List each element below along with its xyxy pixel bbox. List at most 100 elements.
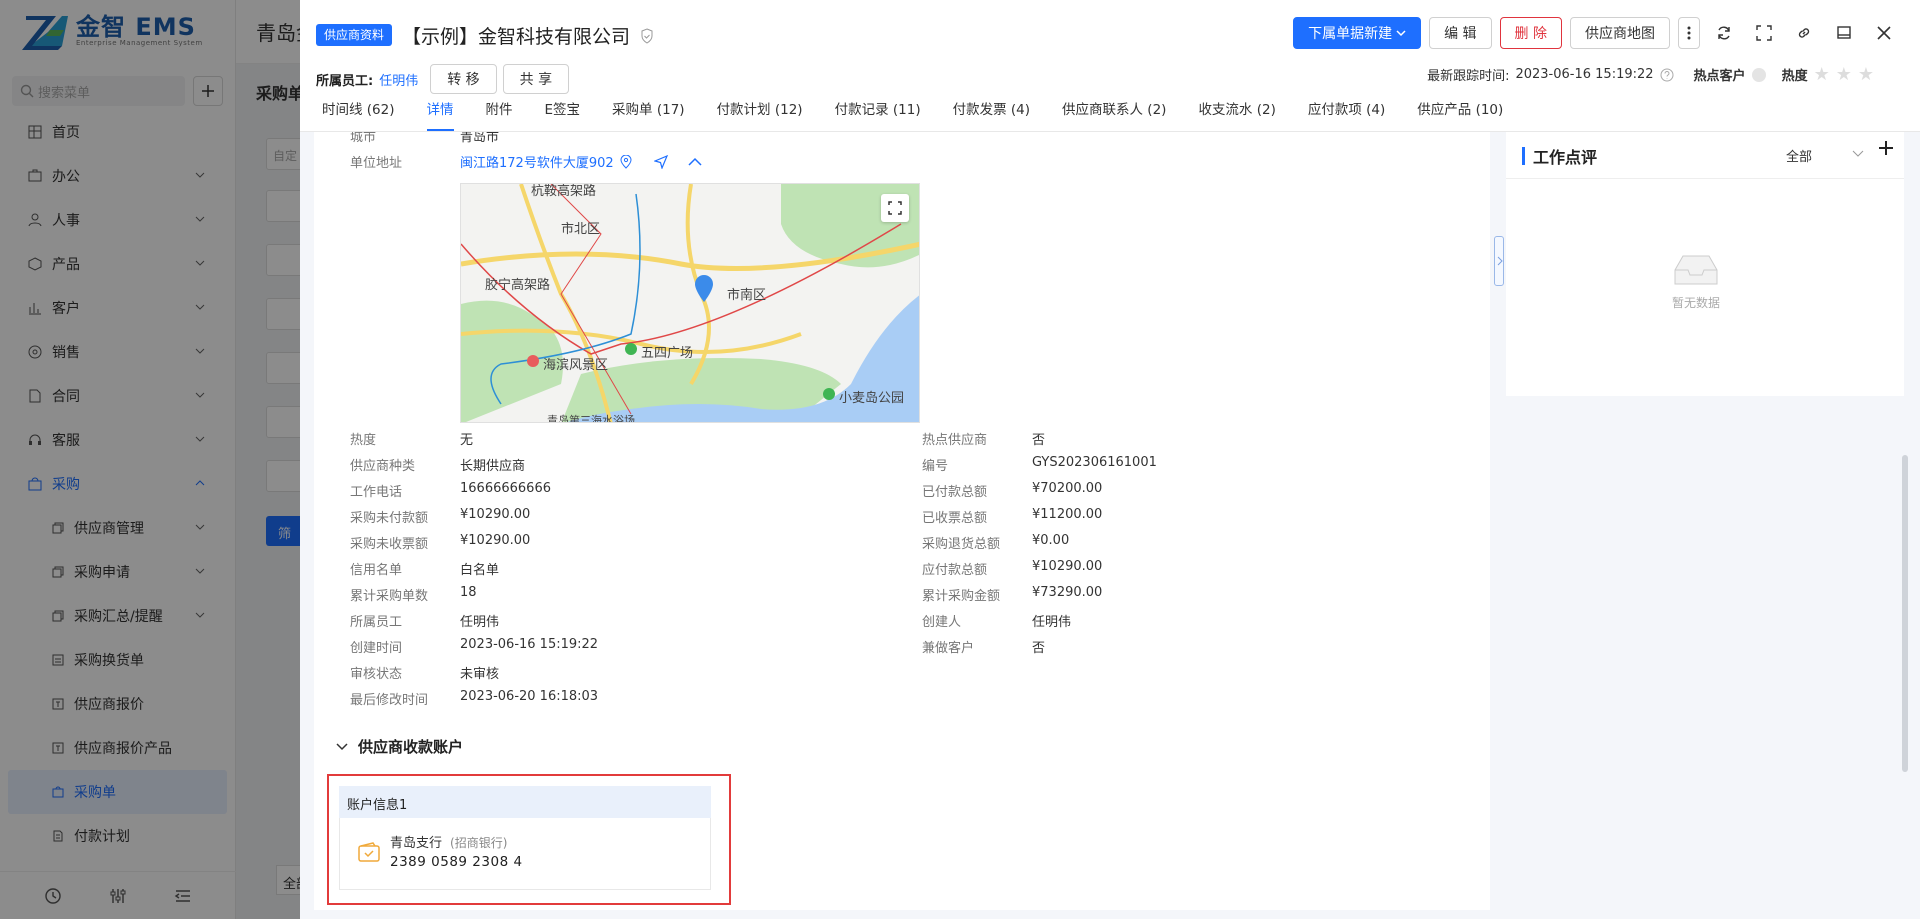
work-review-panel: 工作点评 全部 暂无数据 xyxy=(1506,132,1904,396)
tab-supplied-products[interactable]: 供应产品 (10) xyxy=(1417,95,1503,131)
plus-icon xyxy=(1879,141,1893,155)
field-value: 无 xyxy=(460,433,474,448)
edit-button[interactable]: 编 辑 xyxy=(1429,17,1492,49)
owner-name-link[interactable]: 任明伟 xyxy=(379,70,418,89)
follow-time-value: 2023-06-16 15:19:22 xyxy=(1515,67,1654,82)
field-row: 采购未付款额 ¥10290.00 xyxy=(350,507,530,526)
account-card-title: 账户信息1 xyxy=(339,786,711,818)
map-label-f: 五四广场 xyxy=(641,346,694,361)
field-value: 未审核 xyxy=(460,667,500,682)
address-link[interactable]: 闽江路172号软件大厦902 xyxy=(460,152,702,171)
field-value: ¥0.00 xyxy=(1032,533,1070,548)
delete-button[interactable]: 删 除 xyxy=(1499,17,1562,49)
account-card[interactable]: 青岛支行 (招商银行) 2389 0589 2308 4 xyxy=(339,818,711,890)
fullscreen-icon xyxy=(888,201,902,215)
field-row: 累计采购单数 18 xyxy=(350,585,477,604)
fullscreen-button[interactable] xyxy=(1748,17,1780,49)
field-row: 创建时间 2023-06-16 15:19:22 xyxy=(350,637,598,656)
field-row: 累计采购金额 ¥73290.00 xyxy=(922,585,1102,604)
heat-label: 热度 xyxy=(1781,69,1808,84)
map-label-h: 青岛第三海水浴场 xyxy=(547,414,635,423)
tab-cash-flow[interactable]: 收支流水 (2) xyxy=(1198,95,1275,131)
chevron-right-icon xyxy=(1497,256,1503,266)
review-filter-select[interactable]: 全部 xyxy=(1786,146,1864,165)
field-row: 应付款总额 ¥10290.00 xyxy=(922,559,1102,578)
drawer-header: 供应商资料 【示例】金智科技有限公司 下属单据新建 编 辑 删 除 供应商地图 … xyxy=(300,0,1920,132)
navigate-icon[interactable] xyxy=(653,154,668,169)
field-label: 已收票总额 xyxy=(922,511,988,526)
field-row: 编号 GYS202306161001 xyxy=(922,455,1157,474)
city-value: 青岛市 xyxy=(460,132,500,145)
field-row: 已收票总额 ¥11200.00 xyxy=(922,507,1102,526)
field-row: 热度 无 xyxy=(350,429,473,448)
page-title: 【示例】金智科技有限公司 xyxy=(402,26,631,48)
heat-rating-stars[interactable]: ★★★ xyxy=(1814,64,1880,85)
map-fullscreen-button[interactable] xyxy=(881,194,909,222)
link-icon xyxy=(1798,28,1810,38)
detail-tabs: 时间线 (62) 详情 附件 E签宝 采购单 (17) 付款计划 (12) 付款… xyxy=(300,95,1503,131)
field-row: 已付款总额 ¥70200.00 xyxy=(922,481,1102,500)
address-map[interactable]: 杭鞍高架路 市北区 胶宁高架路 市南区 海滨风景区 五四广场 小麦岛公园 青岛第… xyxy=(460,183,920,423)
field-value: 2023-06-20 16:18:03 xyxy=(460,689,599,704)
new-sub-document-button[interactable]: 下属单据新建 xyxy=(1293,17,1422,49)
tab-payment-plans[interactable]: 付款计划 (12) xyxy=(717,95,803,131)
field-label: 已付款总额 xyxy=(922,485,988,500)
panel-toggle-handle[interactable] xyxy=(1494,236,1504,286)
dock-button[interactable] xyxy=(1828,17,1860,49)
tab-payables[interactable]: 应付款项 (4) xyxy=(1308,95,1385,131)
field-value: ¥10290.00 xyxy=(460,507,531,522)
tab-payment-records[interactable]: 付款记录 (11) xyxy=(835,95,921,131)
field-value: 16666666666 xyxy=(460,481,551,496)
map-label-d: 市南区 xyxy=(727,288,767,303)
account-section-header[interactable]: 供应商收款账户 xyxy=(336,736,463,757)
more-options-button[interactable] xyxy=(1678,17,1700,49)
address-value: 闽江路172号软件大厦902 xyxy=(460,156,614,171)
field-label: 兼做客户 xyxy=(922,641,975,656)
transfer-button[interactable]: 转 移 xyxy=(430,64,497,94)
refresh-button[interactable] xyxy=(1708,17,1740,49)
field-row: 最后修改时间 2023-06-20 16:18:03 xyxy=(350,689,598,708)
field-value: 2023-06-16 15:19:22 xyxy=(460,637,599,652)
city-label: 城市 xyxy=(350,132,377,145)
tab-esign[interactable]: E签宝 xyxy=(545,95,581,131)
location-pin-icon xyxy=(620,154,632,169)
help-icon[interactable] xyxy=(1660,68,1674,82)
panel-title: 工作点评 xyxy=(1533,148,1598,167)
field-value: ¥73290.00 xyxy=(1032,585,1103,600)
tab-attachments[interactable]: 附件 xyxy=(486,95,513,131)
field-label: 采购退货总额 xyxy=(922,537,1001,552)
more-vertical-icon xyxy=(1687,26,1691,40)
field-value: GYS202306161001 xyxy=(1032,455,1157,470)
tab-supplier-contacts[interactable]: 供应商联系人 (2) xyxy=(1062,95,1166,131)
field-value: 18 xyxy=(460,585,477,600)
tab-details[interactable]: 详情 xyxy=(426,95,454,131)
scrollbar[interactable] xyxy=(1902,455,1908,772)
close-button[interactable] xyxy=(1868,17,1900,49)
field-value: ¥70200.00 xyxy=(1032,481,1103,496)
window-dock-icon xyxy=(1837,26,1851,39)
field-value: ¥10290.00 xyxy=(460,533,531,548)
hot-customer-toggle[interactable] xyxy=(1751,67,1766,82)
refresh-icon xyxy=(1718,26,1730,40)
record-type-badge: 供应商资料 xyxy=(316,24,393,46)
field-label: 创建人 xyxy=(922,615,962,630)
fullscreen-icon xyxy=(1756,25,1772,41)
copy-link-button[interactable] xyxy=(1788,17,1820,49)
field-label: 热度 xyxy=(350,433,377,448)
wallet-icon xyxy=(358,842,380,862)
share-button[interactable]: 共 享 xyxy=(502,64,570,94)
supplier-map-button[interactable]: 供应商地图 xyxy=(1570,17,1670,49)
field-label: 热点供应商 xyxy=(922,433,988,448)
map-label-e: 海滨风景区 xyxy=(543,358,609,373)
tab-purchase-orders[interactable]: 采购单 (17) xyxy=(612,95,685,131)
add-review-button[interactable] xyxy=(1878,140,1894,156)
shield-icon xyxy=(641,27,653,44)
map-label-a: 杭鞍高架路 xyxy=(531,184,597,199)
field-label: 采购未收票额 xyxy=(350,537,429,552)
tab-payment-invoices[interactable]: 付款发票 (4) xyxy=(953,95,1030,131)
bank-branch: 青岛支行 xyxy=(390,836,443,851)
field-row: 采购退货总额 ¥0.00 xyxy=(922,533,1069,552)
tab-timeline[interactable]: 时间线 (62) xyxy=(322,95,395,131)
chevron-up-icon[interactable] xyxy=(688,157,702,167)
title-accent-bar xyxy=(1522,147,1525,165)
